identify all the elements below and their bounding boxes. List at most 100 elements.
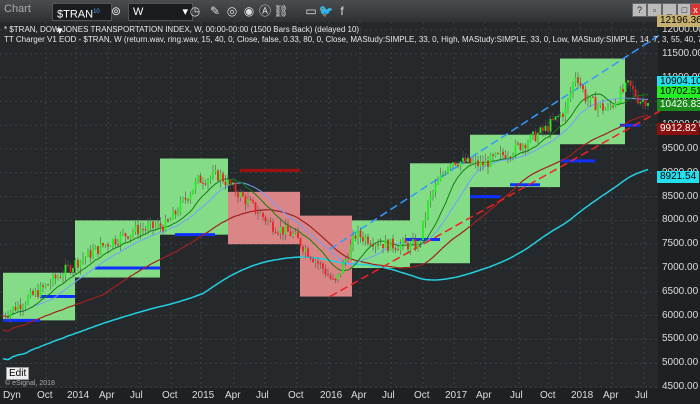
up-candle — [357, 230, 359, 239]
down-candle — [237, 192, 239, 198]
window-title: Chart — [4, 3, 31, 15]
up-candle — [49, 283, 52, 285]
down-candle — [329, 275, 332, 279]
up-candle — [412, 239, 414, 242]
down-candle — [229, 179, 232, 185]
twitter-icon[interactable]: 🐦 — [318, 3, 334, 19]
down-candle — [137, 224, 139, 235]
up-candle — [17, 304, 19, 311]
up-candle — [104, 244, 107, 246]
down-candle — [54, 274, 57, 279]
play-icon[interactable]: ◉ — [241, 3, 257, 19]
up-candle — [342, 262, 344, 274]
up-candle — [639, 101, 642, 104]
down-candle — [277, 232, 279, 234]
down-candle — [144, 229, 147, 231]
x-tick-label: Jul — [382, 390, 395, 401]
link-icon[interactable]: ⊚ — [108, 3, 124, 19]
down-candle — [359, 230, 362, 238]
up-candle — [172, 210, 174, 220]
up-candle — [549, 118, 552, 132]
down-candle — [174, 210, 177, 215]
clock-icon[interactable]: ◷ — [187, 3, 203, 19]
down-candle — [309, 256, 312, 259]
up-candle — [554, 116, 557, 120]
down-candle — [552, 118, 554, 120]
up-candle — [599, 103, 602, 106]
price-chart[interactable] — [0, 0, 700, 404]
up-candle — [79, 260, 82, 268]
up-candle — [57, 277, 59, 279]
up-candle — [544, 125, 547, 131]
down-candle — [404, 239, 407, 243]
up-candle — [192, 189, 194, 195]
down-candle — [414, 239, 417, 249]
up-candle — [147, 224, 149, 230]
pencil-icon[interactable]: ✎ — [207, 3, 223, 19]
y-tick-label: 7000.00 — [662, 262, 699, 273]
interval-input[interactable]: W ▾ — [128, 3, 193, 21]
down-candle — [334, 278, 337, 281]
up-candle — [427, 201, 429, 218]
down-candle — [117, 244, 119, 246]
chart-window: Chart $TRAN10 ▾ ⊚ W ▾ ◷ ✎ ◎ ◉ Ⓐ ⛓ ▭ 🐦 f … — [0, 0, 700, 404]
up-candle — [452, 162, 454, 165]
price-tag: 10702.51 — [657, 85, 700, 98]
up-candle — [557, 116, 559, 118]
link-chain-icon[interactable]: ⛓ — [273, 3, 289, 19]
down-candle — [632, 85, 634, 90]
down-candle — [252, 200, 254, 203]
up-candle — [399, 244, 402, 250]
up-candle — [449, 164, 452, 168]
down-candle — [272, 221, 274, 232]
up-candle — [474, 160, 477, 162]
down-candle — [517, 143, 519, 145]
price-tag: 9912.82 — [657, 123, 700, 136]
y-tick-label: 11500.00 — [662, 47, 700, 59]
up-candle — [157, 223, 159, 227]
up-candle — [239, 192, 242, 198]
up-candle — [402, 239, 404, 245]
down-candle — [594, 97, 597, 111]
up-candle — [34, 290, 37, 295]
up-candle — [94, 246, 97, 250]
help-button[interactable]: ? — [632, 3, 647, 17]
dyn-button[interactable]: Dyn — [3, 390, 21, 401]
up-candle — [99, 243, 102, 254]
down-candle — [282, 226, 284, 235]
comment-icon[interactable]: ▭ — [303, 3, 319, 19]
y-tick-label: 7500.00 — [662, 238, 699, 250]
up-candle — [129, 234, 132, 239]
down-candle — [19, 304, 22, 310]
down-candle — [534, 131, 537, 142]
down-candle — [562, 113, 564, 117]
up-candle — [379, 244, 382, 246]
down-candle — [107, 244, 109, 247]
edit-button[interactable]: Edit — [6, 367, 30, 380]
alert-icon[interactable]: Ⓐ — [257, 3, 273, 19]
down-candle — [392, 238, 394, 249]
up-candle — [507, 156, 509, 159]
up-candle — [87, 250, 89, 258]
up-candle — [92, 249, 94, 258]
down-candle — [97, 246, 99, 254]
facebook-icon[interactable]: f — [334, 3, 350, 19]
up-candle — [24, 304, 27, 307]
down-candle — [67, 264, 69, 266]
study-parameters: TT Charger V1 EOD - $TRAN, W (return.wav… — [4, 35, 700, 44]
symbol-input[interactable]: $TRAN10 ▾ — [52, 3, 112, 37]
up-candle — [447, 167, 449, 174]
down-candle — [454, 162, 457, 165]
study-icon[interactable]: ◎ — [224, 3, 240, 19]
up-candle — [339, 273, 342, 275]
down-candle — [7, 317, 9, 319]
down-candle — [319, 263, 322, 265]
up-candle — [522, 144, 524, 150]
up-candle — [389, 238, 392, 251]
up-candle — [437, 180, 439, 185]
up-candle — [227, 179, 229, 186]
down-candle — [4, 315, 7, 318]
down-candle — [584, 89, 587, 102]
up-candle — [64, 264, 67, 276]
down-candle — [287, 225, 289, 232]
